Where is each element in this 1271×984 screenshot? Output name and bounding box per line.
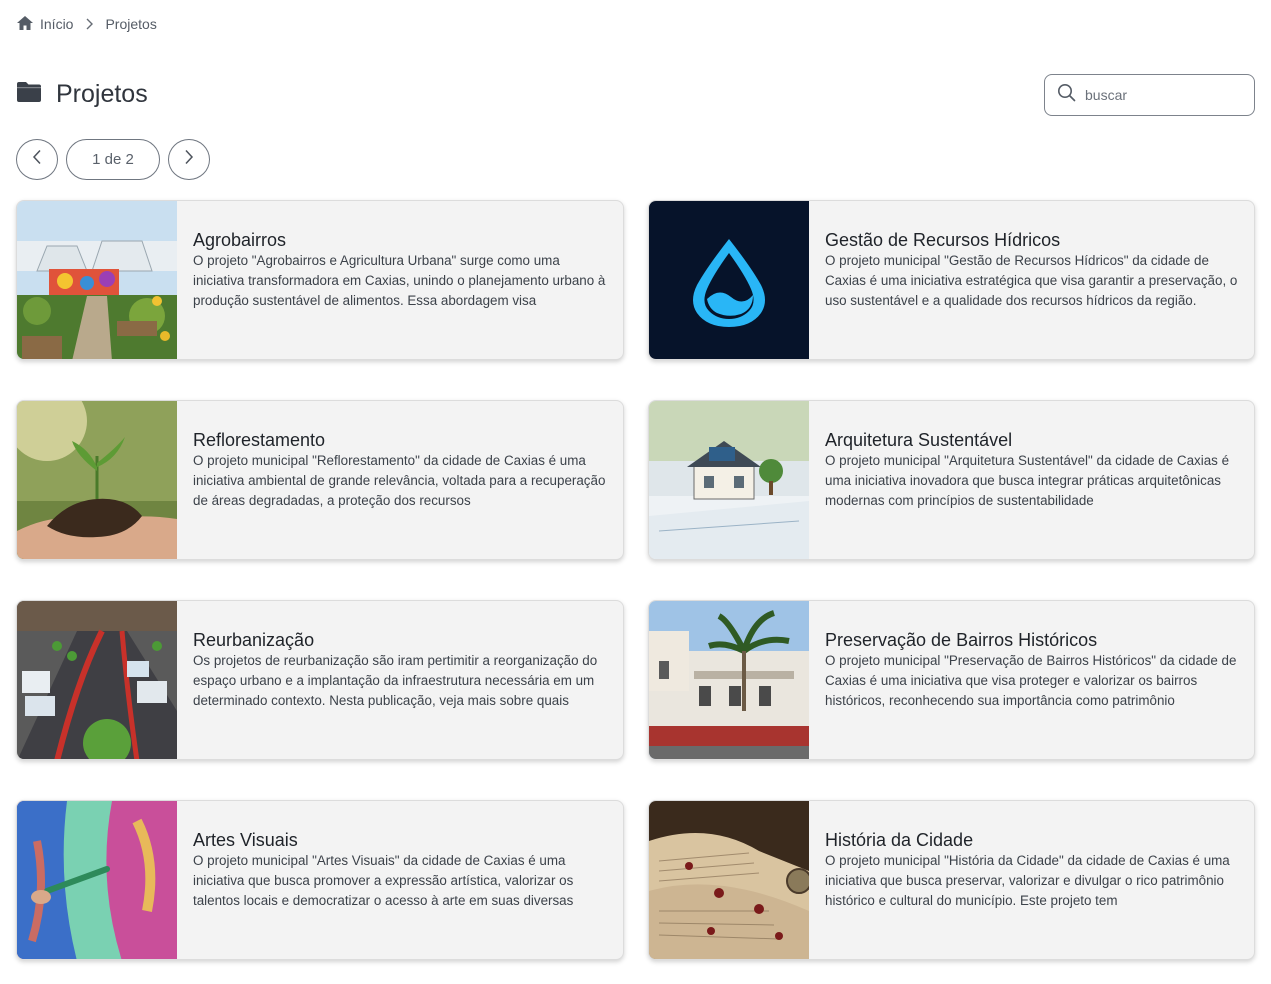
- prev-page-button[interactable]: [16, 139, 58, 180]
- project-card-artes-visuais[interactable]: Artes Visuais O projeto municipal "Artes…: [16, 800, 624, 960]
- card-title: Preservação de Bairros Históricos: [825, 630, 1098, 650]
- card-description: O projeto municipal "Arquitetura Sustent…: [825, 453, 1230, 508]
- chevron-left-icon: [32, 149, 42, 170]
- card-body: Reurbanização Os projetos de reurbanizaç…: [177, 601, 623, 759]
- card-title: Agrobairros: [193, 230, 287, 250]
- card-title: Reflorestamento: [193, 430, 326, 450]
- card-description: O projeto municipal "Preservação de Bair…: [825, 653, 1237, 708]
- card-title: Reurbanização: [193, 630, 315, 650]
- card-title: Gestão de Recursos Hídricos: [825, 230, 1061, 250]
- search-icon: [1057, 83, 1076, 107]
- greenhouse-garden-photo: [17, 201, 177, 359]
- breadcrumb-home-link[interactable]: Início: [16, 15, 73, 34]
- project-grid: Agrobairros O projeto "Agrobairros e Agr…: [16, 200, 1255, 960]
- search-box[interactable]: [1044, 74, 1255, 116]
- card-body: Preservação de Bairros Históricos O proj…: [809, 601, 1254, 759]
- page-indicator: 1 de 2: [66, 139, 160, 180]
- project-card-agrobairros[interactable]: Agrobairros O projeto "Agrobairros e Agr…: [16, 200, 624, 360]
- card-description: O projeto "Agrobairros e Agricultura Urb…: [193, 253, 606, 308]
- home-icon: [16, 15, 34, 34]
- card-body: Arquitetura Sustentável O projeto munici…: [809, 401, 1254, 559]
- pagination: 1 de 2: [16, 139, 210, 180]
- project-card-reurbanizacao[interactable]: Reurbanização Os projetos de reurbanizaç…: [16, 600, 624, 760]
- page-header: Projetos: [16, 80, 148, 109]
- project-card-arquitetura-sustentavel[interactable]: Arquitetura Sustentável O projeto munici…: [648, 400, 1255, 560]
- card-body: Gestão de Recursos Hídricos O projeto mu…: [809, 201, 1254, 359]
- page-title: Projetos: [56, 80, 148, 108]
- card-title: Artes Visuais: [193, 830, 298, 850]
- card-description: O projeto municipal "Artes Visuais" da c…: [193, 853, 574, 908]
- project-card-historia-da-cidade[interactable]: História da Cidade O projeto municipal "…: [648, 800, 1255, 960]
- search-input[interactable]: [1085, 87, 1235, 103]
- card-title: Arquitetura Sustentável: [825, 430, 1013, 450]
- hands-seedling-photo: [17, 401, 177, 559]
- card-description: O projeto municipal "Reflorestamento" da…: [193, 453, 606, 508]
- card-body: Artes Visuais O projeto municipal "Artes…: [177, 801, 623, 959]
- folder-icon: [16, 81, 42, 108]
- card-description: O projeto municipal "História da Cidade"…: [825, 853, 1230, 908]
- card-title: História da Cidade: [825, 830, 974, 850]
- card-body: História da Cidade O projeto municipal "…: [809, 801, 1254, 959]
- house-model-photo: [649, 401, 809, 559]
- card-body: Reflorestamento O projeto municipal "Ref…: [177, 401, 623, 559]
- chevron-right-icon: [184, 149, 194, 170]
- urban-model-photo: [17, 601, 177, 759]
- water-drop-logo: [649, 201, 809, 359]
- card-description: O projeto municipal "Gestão de Recursos …: [825, 253, 1238, 308]
- painting-brush-photo: [17, 801, 177, 959]
- breadcrumb: Início Projetos: [16, 15, 157, 33]
- project-card-gestao-recursos-hidricos[interactable]: Gestão de Recursos Hídricos O projeto mu…: [648, 200, 1255, 360]
- card-description: Os projetos de reurbanização são iram pe…: [193, 653, 598, 708]
- card-body: Agrobairros O projeto "Agrobairros e Agr…: [177, 201, 623, 359]
- old-book-photo: [649, 801, 809, 959]
- chevron-right-icon: [85, 18, 94, 30]
- historic-building-photo: [649, 601, 809, 759]
- project-card-reflorestamento[interactable]: Reflorestamento O projeto municipal "Ref…: [16, 400, 624, 560]
- next-page-button[interactable]: [168, 139, 210, 180]
- project-card-preservacao-bairros-historicos[interactable]: Preservação de Bairros Históricos O proj…: [648, 600, 1255, 760]
- breadcrumb-current: Projetos: [105, 16, 157, 32]
- breadcrumb-home-label: Início: [40, 16, 74, 32]
